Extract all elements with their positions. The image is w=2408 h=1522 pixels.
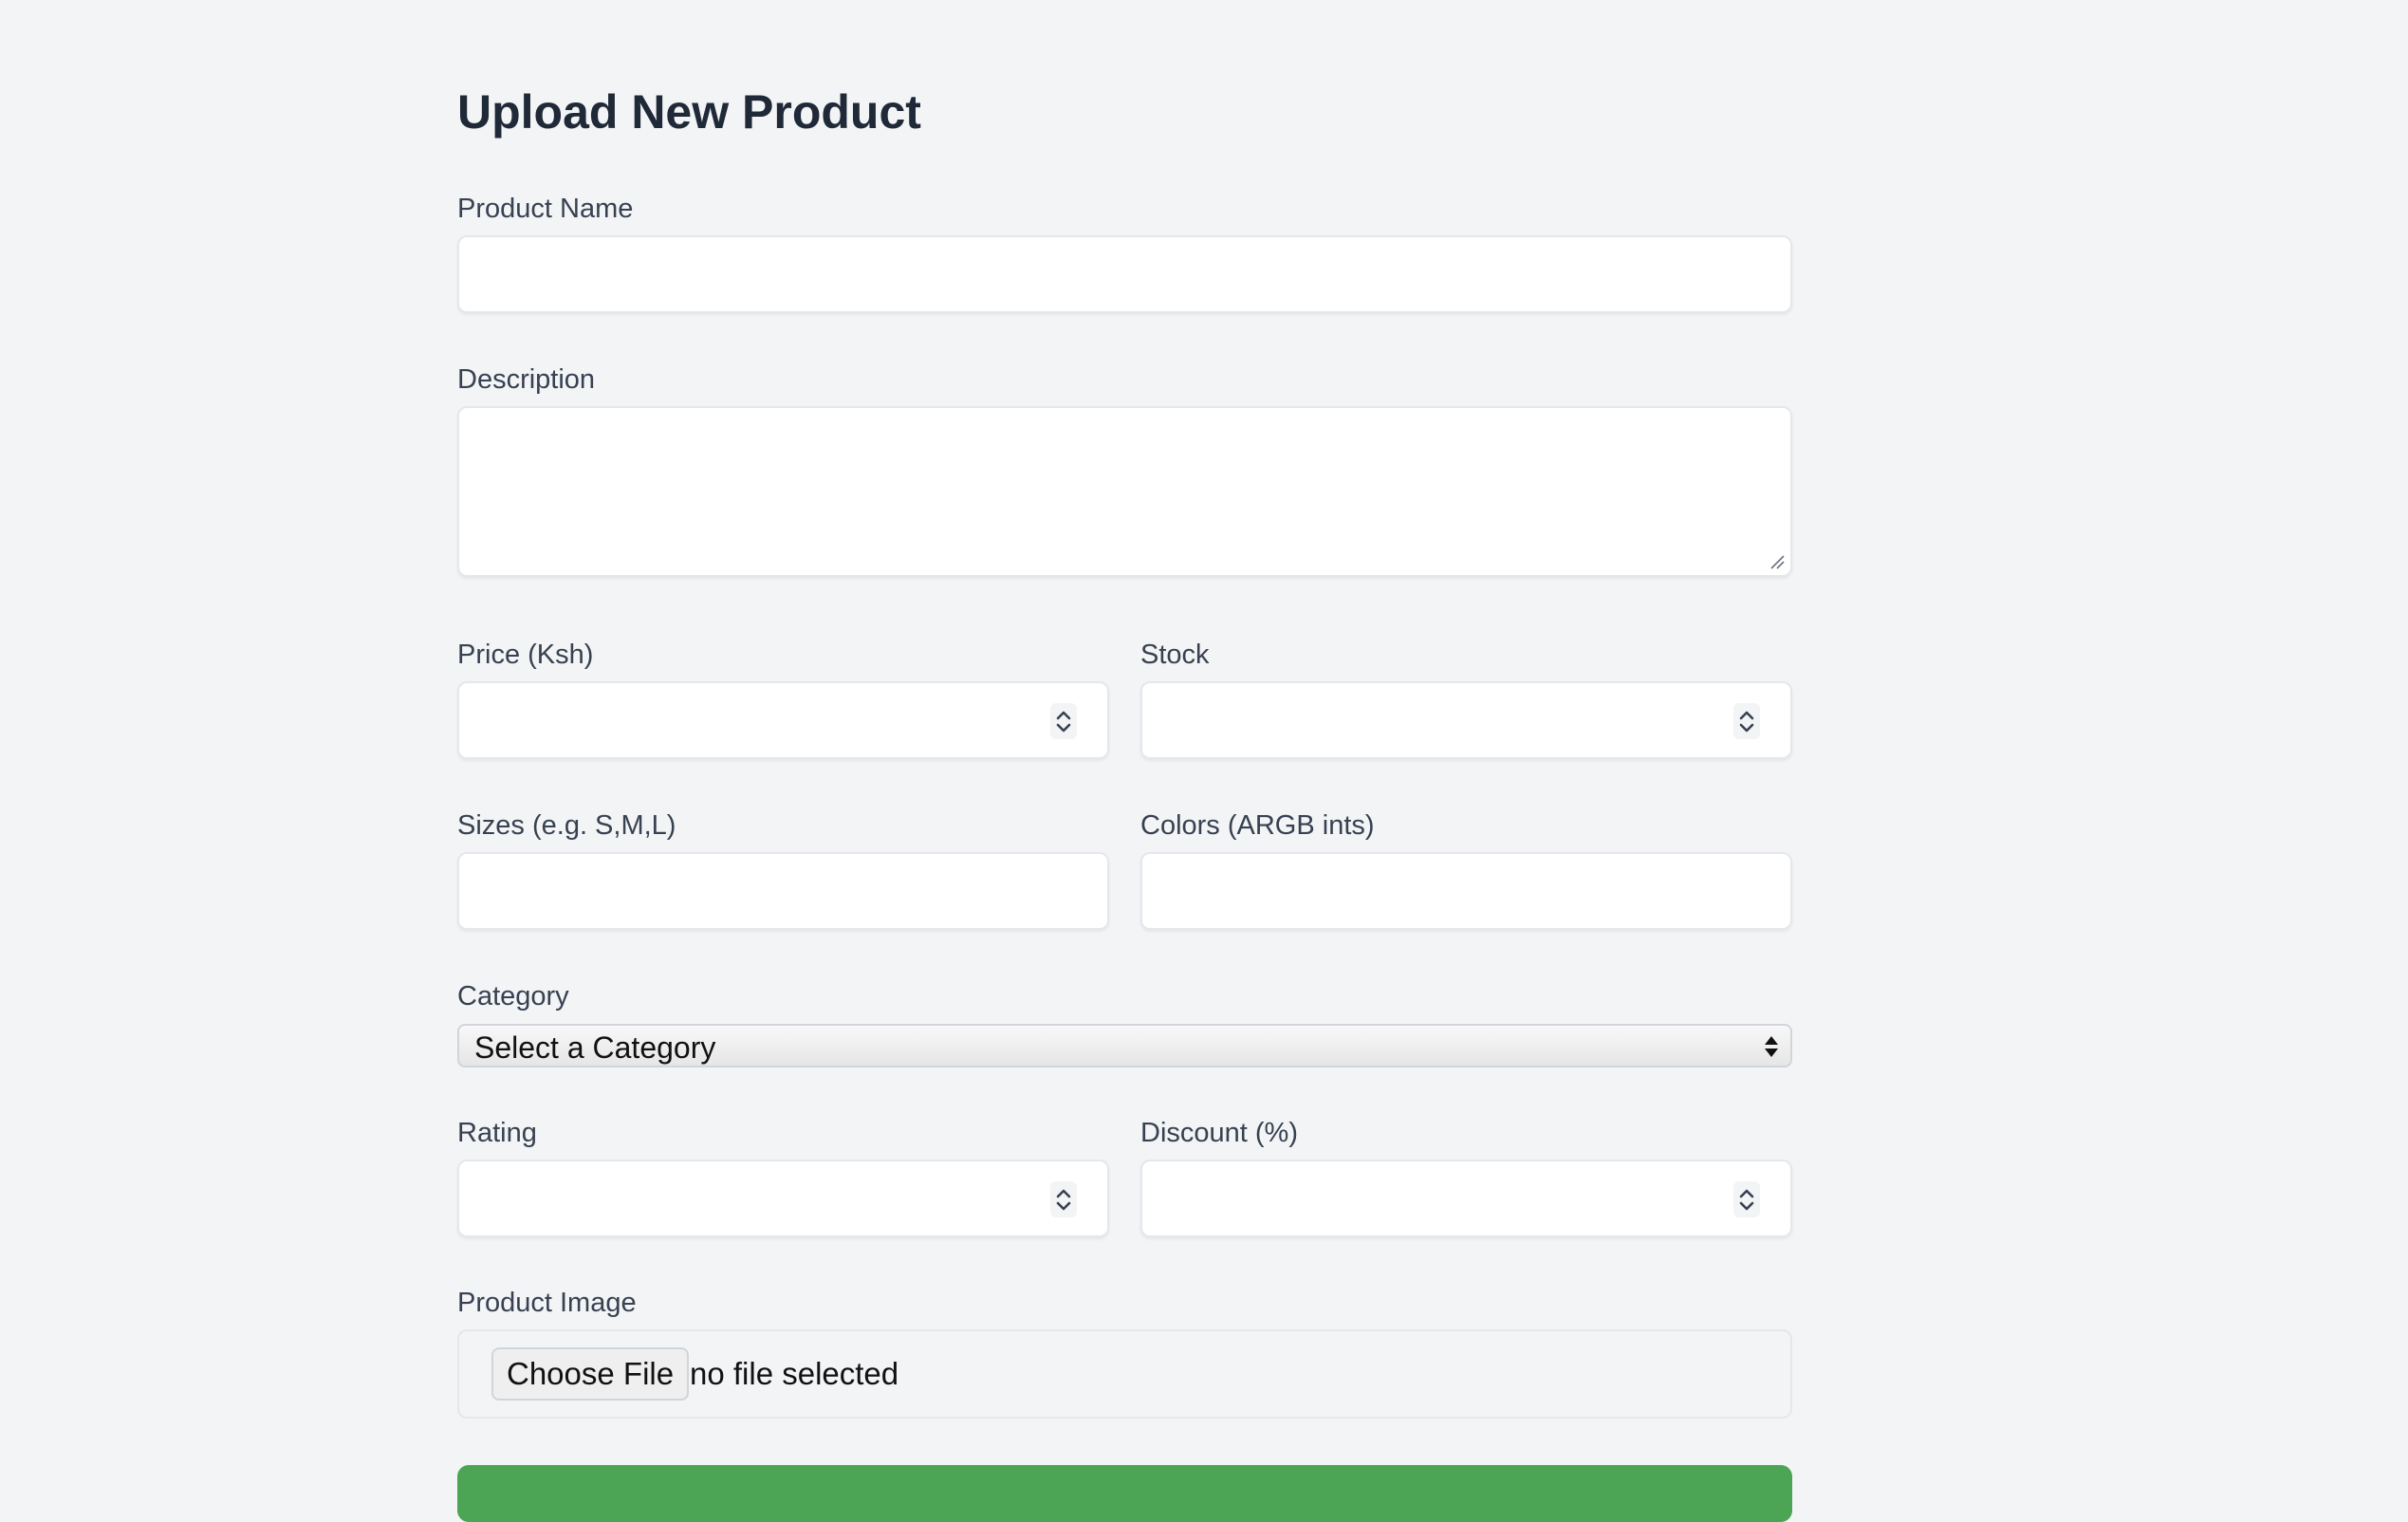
price-label: Price (Ksh) bbox=[457, 640, 594, 670]
rating-label: Rating bbox=[457, 1118, 537, 1148]
number-stepper-icon[interactable] bbox=[1733, 703, 1760, 739]
category-label: Category bbox=[457, 981, 569, 1012]
file-status-text: no file selected bbox=[690, 1356, 899, 1391]
product-name-label: Product Name bbox=[457, 194, 634, 224]
select-arrows-icon bbox=[1765, 1036, 1778, 1057]
sizes-input[interactable] bbox=[457, 852, 1109, 930]
colors-input[interactable] bbox=[1140, 852, 1792, 930]
stock-input[interactable] bbox=[1140, 681, 1792, 759]
product-name-input[interactable] bbox=[457, 235, 1792, 313]
discount-input[interactable] bbox=[1140, 1160, 1792, 1237]
colors-label: Colors (ARGB ints) bbox=[1140, 810, 1375, 841]
stock-label: Stock bbox=[1140, 640, 1210, 670]
rating-input[interactable] bbox=[457, 1160, 1109, 1237]
upload-product-button[interactable] bbox=[457, 1465, 1792, 1522]
product-image-label: Product Image bbox=[457, 1288, 637, 1318]
category-select[interactable]: Select a Category bbox=[457, 1024, 1792, 1067]
category-selected-value: Select a Category bbox=[474, 1030, 716, 1065]
discount-label: Discount (%) bbox=[1140, 1118, 1298, 1148]
number-stepper-icon[interactable] bbox=[1733, 1181, 1760, 1217]
description-label: Description bbox=[457, 364, 596, 395]
number-stepper-icon[interactable] bbox=[1050, 703, 1077, 739]
product-image-file-input[interactable]: Choose File no file selected bbox=[457, 1329, 1792, 1419]
resize-grip-icon[interactable] bbox=[1768, 552, 1785, 569]
choose-file-button[interactable]: Choose File bbox=[491, 1347, 690, 1401]
description-textarea[interactable] bbox=[457, 406, 1792, 577]
page-title: Upload New Product bbox=[457, 85, 921, 139]
sizes-label: Sizes (e.g. S,M,L) bbox=[457, 810, 676, 841]
price-input[interactable] bbox=[457, 681, 1109, 759]
number-stepper-icon[interactable] bbox=[1050, 1181, 1077, 1217]
